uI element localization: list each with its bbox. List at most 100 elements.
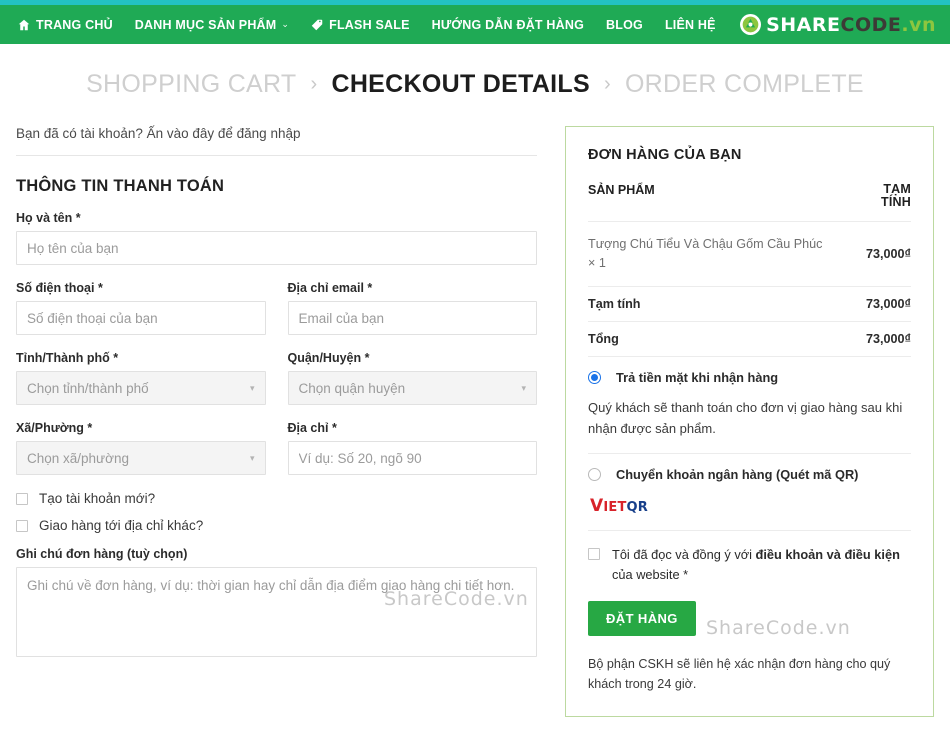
chevron-down-icon: ▾ <box>521 382 526 393</box>
nav-label: DANH MỤC SẢN PHẨM <box>134 17 277 32</box>
email-input[interactable] <box>287 301 537 335</box>
nav-label: FLASH SALE <box>329 17 410 32</box>
vietqr-logo-icon: VIETQR <box>588 488 911 530</box>
breadcrumb-separator: › <box>310 73 318 95</box>
terms-link[interactable]: điều khoản và điều kiện <box>756 547 900 562</box>
total-label: Tổng <box>588 332 619 347</box>
breadcrumb-step-shopping-cart[interactable]: SHOPPING CART <box>86 70 296 99</box>
chevron-down-icon: ▾ <box>249 452 255 463</box>
ward-select[interactable]: Chọn xã/phường ▾ <box>16 441 266 475</box>
checkbox-icon[interactable] <box>16 519 28 532</box>
field-label-ward: Xã/Phường * <box>16 421 93 435</box>
order-table-header: SẢN PHẨM TẠM TÍNH <box>588 182 911 221</box>
place-order-button[interactable]: ĐẶT HÀNG <box>588 600 696 636</box>
nav-item-danh-muc-san-pham[interactable]: DANH MỤC SẢN PHẨM ⌄ <box>135 18 289 32</box>
terms-prefix: Tôi đã đọc và đồng ý với <box>612 547 756 563</box>
province-select-value: Chọn tỉnh/thành phố <box>27 380 149 396</box>
order-line-item: Tượng Chú Tiểu Và Chậu Gốm Cầu Phúc × 1 7… <box>588 222 911 286</box>
column-header-product: SẢN PHẨM <box>588 183 655 197</box>
checkbox-icon[interactable] <box>588 548 600 561</box>
payment-option-bank-label: Chuyển khoản ngân hàng (Quét mã QR) <box>616 467 859 483</box>
nav-item-huong-dan-dat-hang[interactable]: HƯỚNG DẪN ĐẶT HÀNG <box>432 18 584 32</box>
main-navigation-bar: TRANG CHỦ DANH MỤC SẢN PHẨM ⌄ FLASH SALE… <box>0 5 950 44</box>
payment-option-bank-transfer[interactable]: Chuyển khoản ngân hàng (Quét mã QR) <box>588 454 911 488</box>
chevron-down-icon: ▾ <box>249 382 255 393</box>
chevron-down-icon: ⌄ <box>281 19 290 29</box>
province-select[interactable]: Chọn tỉnh/thành phố ▾ <box>16 371 266 405</box>
field-address: Địa chỉ * <box>287 421 537 475</box>
terms-checkbox-row[interactable]: Tôi đã đọc và đồng ý với điều khoản và đ… <box>588 531 911 585</box>
radio-icon[interactable] <box>588 468 601 482</box>
subtotal-value: 73,000₫ <box>866 297 911 312</box>
field-phone: Số điện thoại * <box>16 281 266 335</box>
tag-icon <box>311 19 323 31</box>
field-label-phone: Số điện thoại * <box>16 281 103 295</box>
column-header-subtotal-line1: TẠM <box>883 182 911 196</box>
breadcrumb-step-checkout-details[interactable]: CHECKOUT DETAILS <box>331 70 590 99</box>
brand-vn: .vn <box>901 13 936 36</box>
site-logo[interactable]: SHARECODE.vn <box>740 14 936 36</box>
district-select[interactable]: Chọn quận huyện ▾ <box>287 371 537 405</box>
order-footer-note: Bộ phận CSKH sẽ liên hệ xác nhận đơn hàn… <box>588 656 891 691</box>
order-item-qty: × 1 <box>588 256 606 271</box>
checkout-content: Bạn đã có tài khoản? Ấn vào đây để đăng … <box>0 126 950 718</box>
brand-code: CODE <box>840 13 902 36</box>
order-subtotal-row: Tạm tính 73,000₫ <box>588 287 911 321</box>
order-item-price: 73,000₫ <box>866 247 911 262</box>
create-account-label: Tạo tài khoản mới? <box>39 491 156 506</box>
field-label-province: Tỉnh/Thành phố * <box>16 351 119 365</box>
nav-item-lien-he[interactable]: LIÊN HỆ <box>665 18 716 32</box>
vietqr-v: V <box>590 496 604 517</box>
breadcrumb-step-order-complete[interactable]: ORDER COMPLETE <box>625 70 864 99</box>
column-header-subtotal-line2: TÍNH <box>881 195 911 210</box>
terms-label: Tôi đã đọc và đồng ý với điều khoản và đ… <box>612 545 911 585</box>
brand-text: SHARECODE.vn <box>766 14 936 36</box>
field-row-province-district: Tỉnh/Thành phố * Chọn tỉnh/thành phố ▾ Q… <box>16 351 537 421</box>
subtotal-label: Tạm tính <box>588 297 641 312</box>
vietqr-qr: QR <box>626 500 649 516</box>
nav-item-blog[interactable]: BLOG <box>606 18 643 32</box>
field-ward: Xã/Phường * Chọn xã/phường ▾ <box>16 421 266 475</box>
order-summary-column: ĐƠN HÀNG CỦA BẠN SẢN PHẨM TẠM TÍNH Tượng… <box>565 126 934 718</box>
field-label-district: Quận/Huyện * <box>287 351 370 365</box>
recycle-logo-icon <box>740 14 762 35</box>
create-account-checkbox-row[interactable]: Tạo tài khoản mới? <box>16 491 537 506</box>
nav-label: LIÊN HỆ <box>664 17 716 32</box>
ship-other-address-checkbox-row[interactable]: Giao hàng tới địa chỉ khác? <box>16 518 537 533</box>
checkout-breadcrumb: SHOPPING CART › CHECKOUT DETAILS › ORDER… <box>0 70 950 99</box>
vietqr-iet: IET <box>603 500 627 516</box>
field-label-email: Địa chỉ email * <box>287 281 373 295</box>
field-fullname: Họ và tên * <box>16 211 537 265</box>
breadcrumb-separator: › <box>603 73 611 95</box>
order-summary-panel: ĐƠN HÀNG CỦA BẠN SẢN PHẨM TẠM TÍNH Tượng… <box>565 126 934 718</box>
field-order-note: Ghi chú đơn hàng (tuỳ chọn) <box>16 547 537 657</box>
home-icon <box>18 19 30 31</box>
brand-share: SHARE <box>766 13 841 36</box>
nav-item-flash-sale[interactable]: FLASH SALE <box>311 18 409 32</box>
address-input[interactable] <box>287 441 537 475</box>
order-summary-title: ĐƠN HÀNG CỦA BẠN <box>588 147 742 163</box>
field-email: Địa chỉ email * <box>287 281 537 335</box>
field-label-address: Địa chỉ * <box>287 421 337 435</box>
order-item-title: Tượng Chú Tiểu Và Chậu Gốm Cầu Phúc <box>588 237 823 252</box>
nav-item-trang-chu[interactable]: TRANG CHỦ <box>18 18 113 32</box>
checkbox-icon[interactable] <box>16 492 28 505</box>
phone-input[interactable] <box>16 301 266 335</box>
district-select-value: Chọn quận huyện <box>298 380 406 396</box>
field-label-order-note: Ghi chú đơn hàng (tuỳ chọn) <box>16 547 188 561</box>
login-prompt[interactable]: Bạn đã có tài khoản? Ấn vào đây để đăng … <box>16 126 537 155</box>
ship-other-address-label: Giao hàng tới địa chỉ khác? <box>39 518 204 533</box>
radio-icon[interactable] <box>588 371 601 385</box>
divider <box>16 155 537 156</box>
nav-label: BLOG <box>606 17 643 32</box>
nav-label: HƯỚNG DẪN ĐẶT HÀNG <box>431 17 585 32</box>
fullname-input[interactable] <box>16 231 537 265</box>
order-note-textarea[interactable] <box>16 567 537 657</box>
payment-option-cod[interactable]: Trả tiền mặt khi nhận hàng <box>588 357 911 391</box>
field-province: Tỉnh/Thành phố * Chọn tỉnh/thành phố ▾ <box>16 351 266 405</box>
billing-section-title: THÔNG TIN THANH TOÁN <box>16 177 225 195</box>
ward-select-value: Chọn xã/phường <box>27 450 129 466</box>
payment-cod-description: Quý khách sẽ thanh toán cho đơn vị giao … <box>588 400 903 437</box>
nav-label: TRANG CHỦ <box>36 17 113 32</box>
field-label-fullname: Họ và tên * <box>16 211 81 225</box>
